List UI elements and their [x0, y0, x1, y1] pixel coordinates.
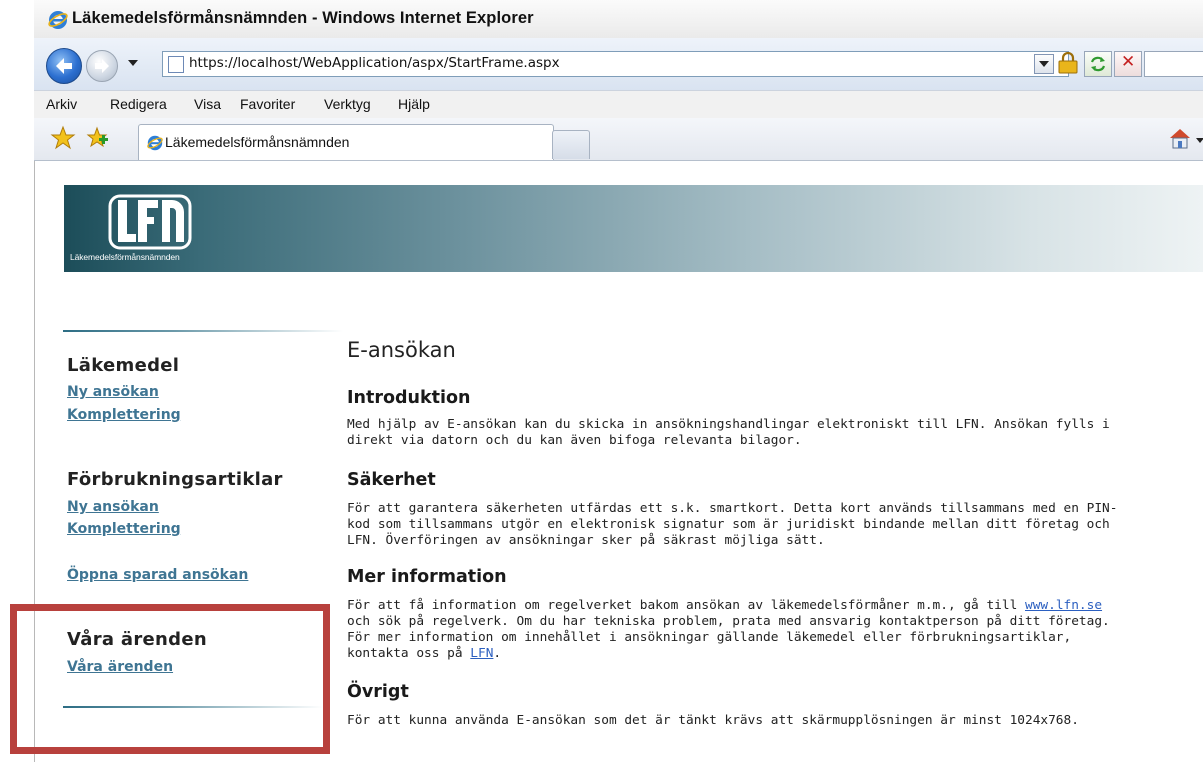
text-line: kod som tillsammans utgör en elektronisk…: [347, 517, 1110, 532]
sidebar-link-komplettering[interactable]: Komplettering: [67, 521, 181, 537]
page-title: E-ansökan: [347, 338, 456, 362]
home-dropdown-icon[interactable]: [1196, 138, 1203, 143]
history-dropdown-icon[interactable]: [128, 60, 138, 66]
page-icon: [168, 56, 184, 73]
arrow-left-icon: [56, 58, 72, 74]
site-banner: Läkemedelsförmånsnämnden: [64, 185, 1203, 272]
menu-arkiv[interactable]: Arkiv: [46, 96, 77, 112]
menu-favoriter[interactable]: Favoriter: [240, 96, 295, 112]
section-heading-ovrigt: Övrigt: [347, 682, 409, 702]
sidebar-link-komplettering[interactable]: Komplettering: [67, 407, 181, 423]
section-text-ovrigt: För att kunna använda E-ansökan som det …: [347, 713, 1177, 729]
section-heading-mer-information: Mer information: [347, 567, 507, 587]
text-span: kontakta oss på: [347, 646, 471, 661]
text-line: Med hjälp av E-ansökan kan du skicka in …: [347, 417, 1110, 432]
ie-icon: [48, 11, 68, 29]
text-span: För att få information om regelverket ba…: [347, 598, 1025, 613]
section-text-mer-information: För att få information om regelverket ba…: [347, 598, 1177, 662]
text-line: direkt via datorn och du kan även bifoga…: [347, 433, 802, 448]
new-tab-button[interactable]: [552, 130, 590, 159]
sidebar-heading-forbrukningsartiklar: Förbrukningsartiklar: [67, 469, 283, 490]
address-dropdown-button[interactable]: [1034, 54, 1054, 74]
logo-text: Läkemedelsförmånsnämnden: [70, 252, 180, 262]
menu-bar: Arkiv Redigera Visa Favoriter Verktyg Hj…: [34, 90, 1203, 120]
section-text-introduktion: Med hjälp av E-ansökan kan du skicka in …: [347, 417, 1177, 449]
refresh-button[interactable]: [1084, 51, 1112, 77]
text-line: För att kunna använda E-ansökan som det …: [347, 713, 1079, 728]
sidebar-link-ny-ansokan[interactable]: Ny ansökan: [67, 499, 159, 515]
arrow-right-icon: [95, 59, 109, 73]
address-field[interactable]: https://localhost/WebApplication/aspx/St…: [162, 51, 1069, 77]
highlight-box: [10, 604, 330, 754]
add-favorite-icon[interactable]: [84, 125, 110, 151]
search-box[interactable]: [1144, 51, 1203, 77]
refresh-icon: [1090, 56, 1106, 72]
text-line: kontakta oss på LFN.: [347, 646, 1177, 662]
text-span: .: [493, 646, 502, 661]
section-text-sakerhet: För att garantera säkerheten utfärdas et…: [347, 501, 1177, 549]
section-heading-sakerhet: Säkerhet: [347, 470, 436, 490]
tab-row: Läkemedelsförmånsnämnden: [34, 118, 1203, 161]
window-title: Läkemedelsförmånsnämnden - Windows Inter…: [72, 9, 534, 27]
text-line: och sök på regelverk. Om du har tekniska…: [347, 614, 1110, 629]
menu-verktyg[interactable]: Verktyg: [324, 96, 371, 112]
text-line: För att garantera säkerheten utfärdas et…: [347, 501, 1118, 516]
ie-icon: [147, 135, 163, 151]
text-line: För att få information om regelverket ba…: [347, 598, 1177, 614]
lock-icon[interactable]: [1056, 52, 1080, 74]
lfn-logo: [108, 194, 192, 250]
menu-visa[interactable]: Visa: [194, 96, 221, 112]
stop-button[interactable]: ✕: [1114, 51, 1142, 77]
link-lfn[interactable]: LFN: [470, 646, 493, 661]
tab-active[interactable]: Läkemedelsförmånsnämnden: [138, 124, 554, 160]
link-lfn-se[interactable]: www.lfn.se: [1025, 598, 1102, 613]
address-url: https://localhost/WebApplication/aspx/St…: [189, 55, 560, 71]
text-line: För mer information om innehållet i ansö…: [347, 630, 1072, 645]
tab-label: Läkemedelsförmånsnämnden: [165, 134, 350, 150]
sidebar-divider: [63, 330, 343, 332]
address-bar: https://localhost/WebApplication/aspx/St…: [34, 38, 1203, 90]
menu-redigera[interactable]: Redigera: [110, 96, 167, 112]
sidebar-heading-lakemedel: Läkemedel: [67, 355, 180, 376]
favorites-star-icon[interactable]: [50, 125, 76, 151]
close-icon: ✕: [1121, 52, 1136, 72]
sidebar-link-ny-ansokan[interactable]: Ny ansökan: [67, 384, 159, 400]
home-icon[interactable]: [1168, 127, 1192, 149]
sidebar-link-oppna-sparad[interactable]: Öppna sparad ansökan: [67, 567, 248, 583]
menu-hjalp[interactable]: Hjälp: [398, 96, 430, 112]
text-line: LFN. Överföringen av ansökningar sker på…: [347, 533, 825, 548]
forward-button[interactable]: [86, 50, 118, 82]
section-heading-introduktion: Introduktion: [347, 388, 471, 408]
title-bar: Läkemedelsförmånsnämnden - Windows Inter…: [34, 0, 1203, 39]
back-button[interactable]: [46, 48, 82, 84]
